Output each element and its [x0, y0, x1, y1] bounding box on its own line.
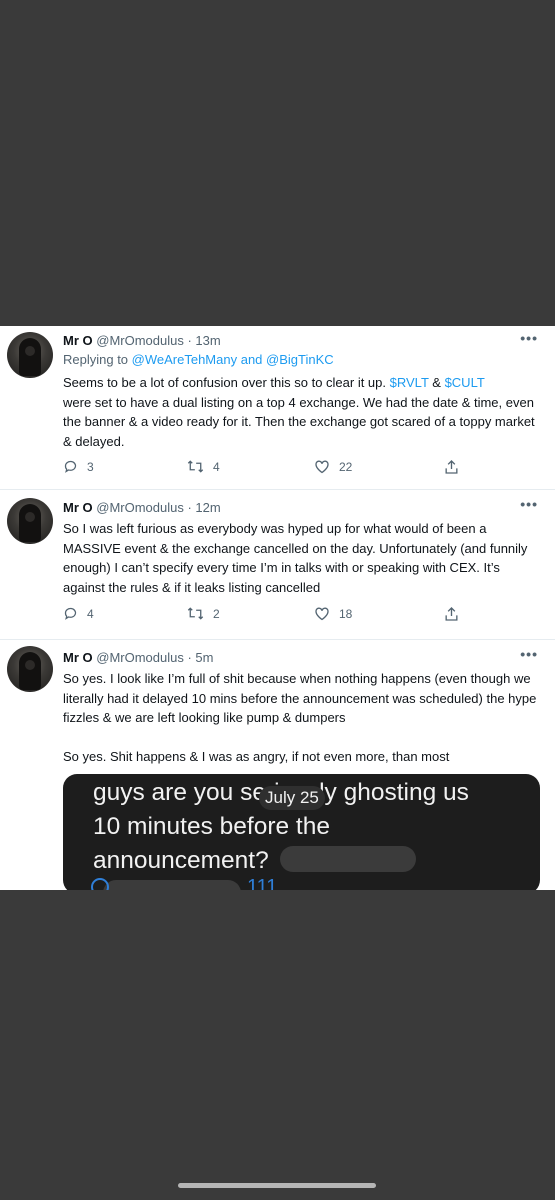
redacted-block [103, 880, 241, 890]
tweet-time[interactable]: · 5m [187, 650, 213, 665]
tweet-media-image[interactable]: guys are you seriously ghosting us 10 mi… [63, 774, 540, 890]
tweet-thread-card: Mr O @MrOmodulus · 13m ••• Replying to @… [0, 326, 555, 890]
tweet-text: So yes. I look like I’m full of shit bec… [63, 671, 537, 764]
avatar[interactable] [7, 646, 53, 692]
media-partial-text: 111 [247, 876, 278, 890]
redacted-block [280, 846, 416, 872]
top-dark-area [0, 0, 555, 326]
tweet-header: Mr O @MrOmodulus · 5m [63, 650, 213, 665]
author-name[interactable]: Mr O [63, 650, 93, 665]
home-indicator[interactable] [178, 1183, 376, 1188]
author-handle[interactable]: @MrOmodulus [96, 650, 184, 665]
media-date-pill: July 25 [259, 786, 325, 810]
more-icon[interactable]: ••• [520, 646, 538, 662]
tweet-3[interactable]: Mr O @MrOmodulus · 5m ••• So yes. I look… [0, 326, 555, 890]
media-partial-glyph [91, 878, 109, 890]
bottom-dark-area [0, 890, 555, 1200]
